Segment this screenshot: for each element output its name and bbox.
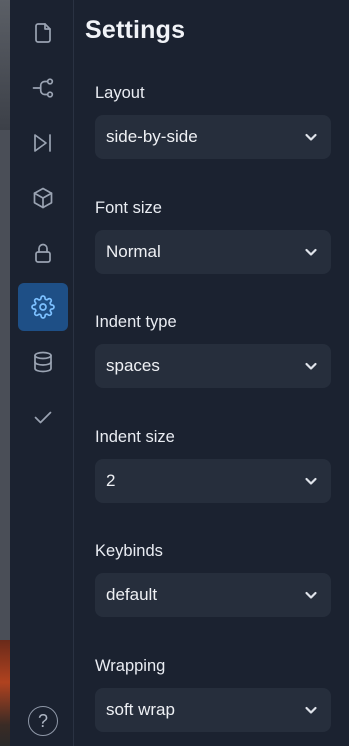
files-button[interactable] <box>18 9 68 57</box>
run-button[interactable] <box>18 119 68 167</box>
indent-type-setting: Indent type spaces <box>95 311 331 388</box>
font-size-setting: Font size Normal <box>95 197 331 274</box>
indent-type-value: spaces <box>106 356 160 375</box>
database-button[interactable] <box>18 338 68 386</box>
keybinds-setting: Keybinds default <box>95 540 331 617</box>
file-icon <box>35 23 51 43</box>
font-size-select[interactable]: Normal <box>95 230 331 274</box>
checks-button[interactable] <box>18 393 68 441</box>
keybinds-label: Keybinds <box>95 542 163 560</box>
package-icon <box>33 187 53 209</box>
indent-size-label: Indent size <box>95 428 175 446</box>
settings-button[interactable] <box>18 283 68 331</box>
chevron-down-icon <box>304 130 318 144</box>
activity-bar: ? <box>10 0 74 746</box>
wrapping-select[interactable]: soft wrap <box>95 688 331 732</box>
lock-icon <box>35 243 51 263</box>
chevron-down-icon <box>304 703 318 717</box>
secrets-button[interactable] <box>18 229 68 277</box>
settings-panel: Settings Layout side-by-side Font size N… <box>75 0 349 746</box>
indent-size-select[interactable]: 2 <box>95 459 331 503</box>
help-question-icon: ? <box>37 710 48 731</box>
layout-label: Layout <box>95 84 145 102</box>
wrapping-value: soft wrap <box>106 700 175 719</box>
chevron-down-icon <box>304 588 318 602</box>
keybinds-select[interactable]: default <box>95 573 331 617</box>
panel-title: Settings <box>85 16 186 44</box>
run-next-icon <box>34 134 51 152</box>
indent-size-value: 2 <box>106 471 116 490</box>
background-window-strip <box>0 0 10 746</box>
chevron-down-icon <box>304 245 318 259</box>
source-control-button[interactable] <box>18 64 68 112</box>
settings-gear-icon <box>31 295 55 319</box>
git-branch-icon <box>32 78 54 98</box>
chevron-down-icon <box>304 359 318 373</box>
help-button[interactable]: ? <box>28 706 58 736</box>
layout-select[interactable]: side-by-side <box>95 115 331 159</box>
layout-value: side-by-side <box>106 127 198 146</box>
background-strip-top <box>0 0 10 130</box>
packages-button[interactable] <box>18 174 68 222</box>
chevron-down-icon <box>304 474 318 488</box>
indent-type-select[interactable]: spaces <box>95 344 331 388</box>
keybinds-value: default <box>106 585 158 604</box>
font-size-value: Normal <box>106 242 161 261</box>
wrapping-setting: Wrapping soft wrap <box>95 655 331 732</box>
database-icon <box>34 351 52 373</box>
indent-type-label: Indent type <box>95 313 177 331</box>
checkmark-icon <box>34 411 52 424</box>
indent-size-setting: Indent size 2 <box>95 426 331 503</box>
font-size-label: Font size <box>95 199 162 217</box>
background-strip-bottom <box>0 640 10 746</box>
layout-setting: Layout side-by-side <box>95 82 331 159</box>
wrapping-label: Wrapping <box>95 657 166 675</box>
